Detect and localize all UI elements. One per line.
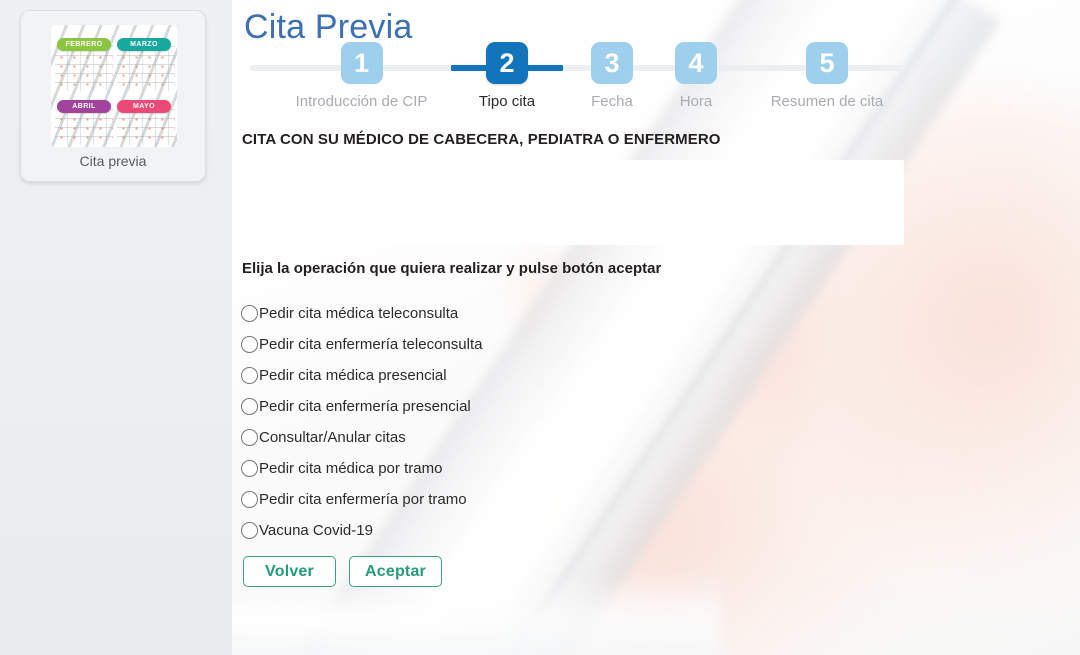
stepper-step-4[interactable]: 4 Hora xyxy=(654,42,738,110)
radio-label-medica-teleconsulta: Pedir cita médica teleconsulta xyxy=(259,305,459,322)
radio-option-vacuna-covid[interactable]: Vacuna Covid-19 xyxy=(241,515,661,546)
calendar-dates-mayo xyxy=(117,115,175,143)
radio-label-enfermeria-por-tramo: Pedir cita enfermería por tramo xyxy=(259,491,467,508)
form-actions: Volver Aceptar xyxy=(243,556,442,587)
calendar-dates-febrero xyxy=(55,53,113,89)
month-pill-febrero-label: FEBRERO xyxy=(65,41,103,48)
radio-option-medica-por-tramo[interactable]: Pedir cita médica por tramo xyxy=(241,453,661,484)
stepper-step-1-badge: 1 xyxy=(340,42,383,84)
month-pill-abril: ABRIL xyxy=(57,100,111,113)
month-pill-marzo-label: MARZO xyxy=(130,41,158,48)
radio-label-enfermeria-teleconsulta: Pedir cita enfermería teleconsulta xyxy=(259,336,483,353)
stepper-step-3-label: Fecha xyxy=(591,93,633,110)
stepper-step-2-label: Tipo cita xyxy=(478,93,536,110)
stepper-step-5-label: Resumen de cita xyxy=(770,93,884,110)
stepper-step-5-badge: 5 xyxy=(806,42,848,84)
month-pill-abril-label: ABRIL xyxy=(72,103,96,110)
month-pill-febrero: FEBRERO xyxy=(57,38,111,51)
appointment-type-radio-group: Pedir cita médica teleconsulta Pedir cit… xyxy=(241,298,661,546)
radio-label-consultar-anular: Consultar/Anular citas xyxy=(259,429,406,446)
stepper-step-1[interactable]: 1 Introducción de CIP xyxy=(279,42,444,110)
month-pill-marzo: MARZO xyxy=(117,38,171,51)
section-heading: CITA CON SU MÉDICO DE CABECERA, PEDIATRA… xyxy=(242,131,721,148)
radio-input-medica-por-tramo[interactable] xyxy=(241,460,258,477)
volver-button[interactable]: Volver xyxy=(243,556,336,587)
stepper-step-2[interactable]: 2 Tipo cita xyxy=(444,42,570,110)
radio-input-consultar-anular[interactable] xyxy=(241,429,258,446)
calendar-dates-marzo xyxy=(117,53,175,89)
calendar-dates-abril xyxy=(55,115,113,143)
stepper-step-3-badge: 3 xyxy=(591,42,633,84)
progress-stepper: 1 Introducción de CIP 2 Tipo cita 3 Fech… xyxy=(244,42,904,120)
radio-option-consultar-anular[interactable]: Consultar/Anular citas xyxy=(241,422,661,453)
radio-input-medica-teleconsulta[interactable] xyxy=(241,305,258,322)
radio-option-enfermeria-presencial[interactable]: Pedir cita enfermería presencial xyxy=(241,391,661,422)
thumbnail-caption: Cita previa xyxy=(79,153,147,169)
aceptar-button[interactable]: Aceptar xyxy=(349,556,442,587)
month-pill-mayo: MAYO xyxy=(117,100,171,113)
cita-previa-thumbnail-card[interactable]: FEBRERO MARZO ABRIL MAYO Cita previa xyxy=(20,10,206,182)
stepper-step-1-label: Introducción de CIP xyxy=(295,93,428,110)
radio-option-enfermeria-teleconsulta[interactable]: Pedir cita enfermería teleconsulta xyxy=(241,329,661,360)
stepper-step-4-label: Hora xyxy=(679,93,713,110)
stepper-step-2-badge: 2 xyxy=(486,42,528,84)
radio-input-enfermeria-presencial[interactable] xyxy=(241,398,258,415)
radio-option-enfermeria-por-tramo[interactable]: Pedir cita enfermería por tramo xyxy=(241,484,661,515)
stepper-step-4-badge: 4 xyxy=(675,42,717,84)
radio-option-medica-presencial[interactable]: Pedir cita médica presencial xyxy=(241,360,661,391)
empty-content-panel xyxy=(232,160,904,245)
month-pill-mayo-label: MAYO xyxy=(133,103,155,110)
radio-input-vacuna-covid[interactable] xyxy=(241,522,258,539)
stepper-step-5[interactable]: 5 Resumen de cita xyxy=(738,42,916,110)
radio-label-vacuna-covid: Vacuna Covid-19 xyxy=(259,522,373,539)
radio-label-medica-por-tramo: Pedir cita médica por tramo xyxy=(259,460,443,477)
radio-input-enfermeria-teleconsulta[interactable] xyxy=(241,336,258,353)
question-label: Elija la operación que quiera realizar y… xyxy=(242,260,662,277)
left-sidebar: FEBRERO MARZO ABRIL MAYO Cita previa xyxy=(0,0,232,655)
calendar-keyboard-image: FEBRERO MARZO ABRIL MAYO xyxy=(51,25,177,147)
radio-label-enfermeria-presencial: Pedir cita enfermería presencial xyxy=(259,398,471,415)
radio-input-enfermeria-por-tramo[interactable] xyxy=(241,491,258,508)
radio-input-medica-presencial[interactable] xyxy=(241,367,258,384)
main-content: Cita Previa 1 Introducción de CIP 2 Tipo… xyxy=(232,0,1080,655)
stepper-step-3[interactable]: 3 Fecha xyxy=(570,42,654,110)
radio-label-medica-presencial: Pedir cita médica presencial xyxy=(259,367,447,384)
radio-option-medica-teleconsulta[interactable]: Pedir cita médica teleconsulta xyxy=(241,298,661,329)
